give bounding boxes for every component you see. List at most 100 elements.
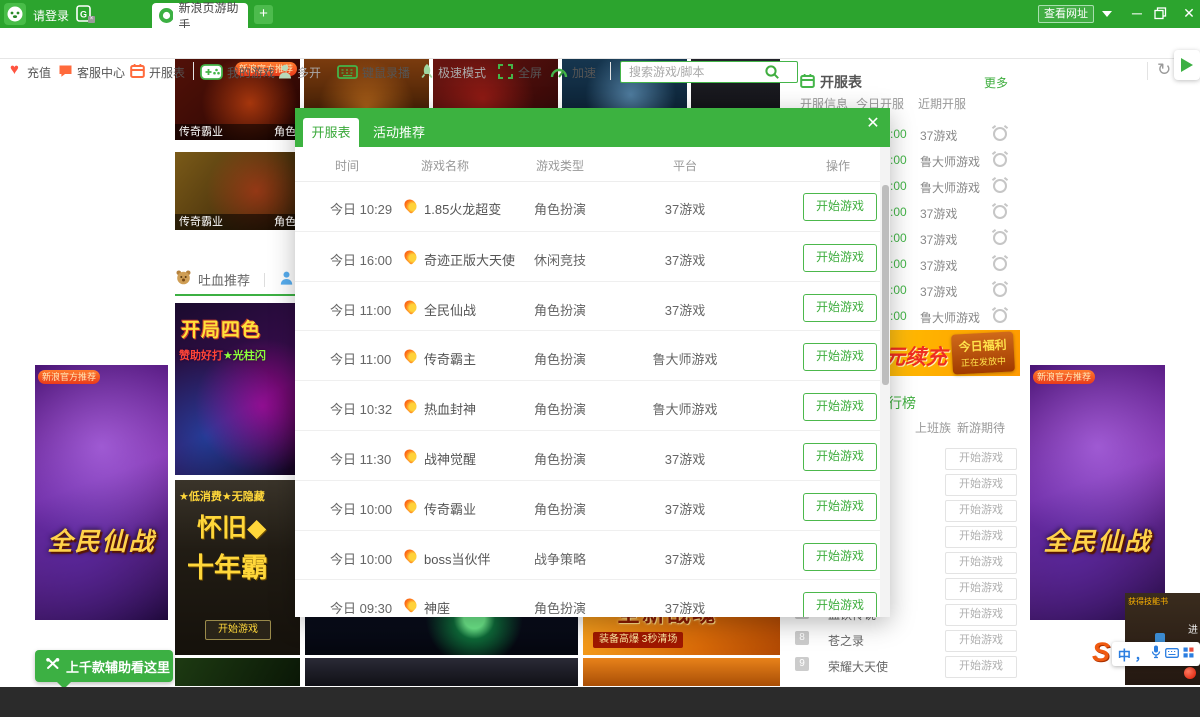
sogou-logo-icon[interactable]: S [1092,637,1110,668]
minimize-button[interactable]: ─ [1128,5,1146,23]
bottom-bar [0,687,1200,717]
rank-tab-worker[interactable]: 上班族 [915,419,951,436]
my-games-button[interactable]: 我的游戏 [227,64,275,81]
search-icon[interactable] [764,64,780,85]
start-game-button[interactable]: 开始游戏 [945,526,1017,548]
new-tab-button[interactable]: + [254,5,273,24]
modal-scrollbar[interactable] [880,147,890,617]
game-image[interactable] [305,658,578,686]
start-game-button[interactable]: 开始游戏 [205,620,271,640]
g-account-badge: × [88,16,95,23]
rank-tab-new[interactable]: 新游期待 [957,419,1005,436]
rank-game-name[interactable]: 苍之录 [828,632,864,649]
start-game-button[interactable]: 开始游戏 [803,193,877,221]
start-game-button[interactable]: 开始游戏 [803,543,877,571]
login-link[interactable]: 请登录 [33,7,69,24]
server-platform: 37游戏 [920,127,957,144]
start-game-button[interactable]: 开始游戏 [803,294,877,322]
hot-flame-icon [402,347,419,364]
boost-button[interactable]: 加速 [572,64,596,81]
start-game-button[interactable]: 开始游戏 [945,630,1017,652]
table-row: 今日 16:00奇迹正版大天使休闲竞技37游戏开始游戏 [295,231,880,281]
close-icon[interactable]: ✕ [863,114,883,134]
row-game-name: 神座 [424,598,450,617]
game-image[interactable] [175,658,300,686]
row-time: 今日 10:32 [330,399,392,418]
close-window-button[interactable]: ✕ [1180,5,1198,23]
ime-menu-grid-icon[interactable] [1183,645,1194,663]
alarm-clock-icon[interactable] [993,127,1007,141]
alarm-clock-icon[interactable] [993,309,1007,323]
multi-open-button[interactable]: 多开 [297,64,321,81]
start-game-button[interactable]: 开始游戏 [945,474,1017,496]
soft-keyboard-icon[interactable] [1165,645,1179,663]
start-game-button[interactable]: 开始游戏 [945,552,1017,574]
alarm-clock-icon[interactable] [993,231,1007,245]
menu-dropdown-icon[interactable] [1102,11,1112,17]
server-table-button[interactable]: 开服表 [149,64,185,81]
row-game-type: 角色扮演 [510,399,610,418]
modal-tab-activities[interactable]: 活动推荐 [373,118,425,147]
view-url-button[interactable]: 查看网址 [1038,5,1094,23]
row-game-name: 战神觉醒 [424,449,476,468]
green-arrow-icon [1181,58,1193,72]
rank-game-name[interactable]: 荣耀大天使 [828,658,888,675]
start-game-button[interactable]: 开始游戏 [803,393,877,421]
poster-right[interactable]: 新浪官方推荐 全民仙战 [1030,365,1165,620]
card-title: 传奇霸业 [179,214,223,230]
row-time: 今日 10:00 [330,499,392,518]
microphone-icon[interactable] [1151,645,1161,664]
multi-open-icon [277,63,293,84]
server-platform: 鲁大师游戏 [920,179,980,196]
fullscreen-button[interactable]: 全屏 [518,64,542,81]
start-game-button[interactable]: 开始游戏 [945,578,1017,600]
keyboard-record-button[interactable]: 键鼠录播 [362,64,410,81]
alarm-clock-icon[interactable] [993,179,1007,193]
refresh-icon[interactable]: ↻ [1157,60,1171,80]
sidebar-tab-upcoming[interactable]: 近期开服 [918,95,966,112]
start-game-button[interactable]: 开始游戏 [803,592,877,617]
customer-service-button[interactable]: 客服中心 [77,64,125,81]
row-game-type: 角色扮演 [510,349,610,368]
divider [1147,62,1148,80]
game-card[interactable]: 传奇霸业 角色 [175,152,300,230]
server-platform: 37游戏 [920,257,957,274]
helper-tooltip[interactable]: 上千款辅助看这里 [35,650,173,682]
start-game-button[interactable]: 开始游戏 [945,604,1017,626]
side-panel-handle[interactable] [1174,50,1200,80]
server-time: :00 [890,231,914,245]
recharge-button[interactable]: 充值 [27,64,51,81]
start-game-button[interactable]: 开始游戏 [803,244,877,272]
promo-banner[interactable]: ★低消费★无隐藏 怀旧◆ 十年霸 开始游戏 [175,480,300,655]
start-game-button[interactable]: 开始游戏 [803,493,877,521]
browser-tab-active[interactable]: 新浪页游助手 [152,3,248,28]
modal-tab-server-table[interactable]: 开服表 [303,118,359,147]
person-icon[interactable] [279,270,294,290]
maximize-button[interactable] [1154,7,1167,25]
alarm-clock-icon[interactable] [993,257,1007,271]
poster-left[interactable]: 新浪官方推荐 全民仙战 [35,365,168,620]
ime-punct-toggle[interactable]: ， [1135,645,1148,664]
game-image[interactable] [583,658,780,686]
tab-hot-recommend[interactable]: 吐血推荐 [198,270,250,289]
speed-mode-button[interactable]: 极速模式 [438,64,486,81]
active-tab-underline [175,294,300,296]
row-game-name: 热血封神 [424,399,476,418]
start-game-button[interactable]: 开始游戏 [803,343,877,371]
ime-lang-toggle[interactable]: 中 [1118,645,1131,664]
promo-banner[interactable]: 开局四色 赞助好打★光柱闪 [175,303,300,475]
server-time: :00 [890,127,914,141]
start-game-button[interactable]: 开始游戏 [945,500,1017,522]
alarm-clock-icon[interactable] [993,205,1007,219]
col-time: 时间 [297,157,397,174]
alarm-clock-icon[interactable] [993,153,1007,167]
start-game-button[interactable]: 开始游戏 [945,656,1017,678]
card-type: 角色 [274,124,296,140]
more-link[interactable]: 更多 [984,74,1008,91]
start-game-button[interactable]: 开始游戏 [803,443,877,471]
scrollbar-thumb[interactable] [882,185,889,385]
divider [193,62,194,80]
start-game-button[interactable]: 开始游戏 [945,448,1017,470]
alarm-clock-icon[interactable] [993,283,1007,297]
mini-game-thumbnail[interactable]: 获得技能书 进 [1125,593,1200,685]
